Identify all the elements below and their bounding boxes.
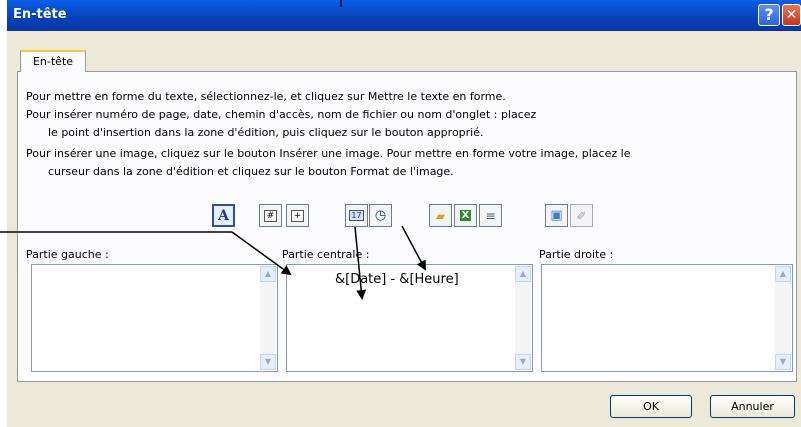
ok-button[interactable]: OK [610,395,692,418]
center-section-text: &[Date] - &[Heure] [335,272,459,287]
center-scrollbar[interactable]: ▲ ▼ [515,266,531,370]
dialog-title: En-tête [13,7,67,22]
text-format-icon: A [218,207,229,224]
time-icon: ◷ [374,208,387,223]
file-path-icon: ▰ [435,208,446,223]
insert-page-number-button[interactable]: # [259,204,282,227]
header-dialog: En-tête ? ✕ En-tête Pour mettre en forme… [7,0,801,427]
scroll-down-icon[interactable]: ▼ [260,354,276,370]
format-picture-icon: ✐ [576,208,587,223]
right-scrollbar[interactable]: ▲ ▼ [775,266,791,370]
right-section-label: Partie droite : [539,248,614,261]
title-bar: En-tête ? ✕ [7,0,801,31]
insert-picture-button[interactable]: ▣ [545,204,568,227]
left-section-label: Partie gauche : [26,248,109,261]
left-scrollbar[interactable]: ▲ ▼ [260,266,276,370]
insert-picture-icon: ▣ [550,208,563,223]
right-section-editor[interactable]: ▲ ▼ [541,264,793,372]
insert-file-name-button[interactable]: X [454,204,477,227]
scroll-up-icon[interactable]: ▲ [515,266,531,282]
file-name-icon: X [459,210,472,221]
scroll-down-icon[interactable]: ▼ [515,354,531,370]
instruction-line: Pour mettre en forme du texte, sélection… [26,90,506,103]
scroll-up-icon[interactable]: ▲ [260,266,276,282]
page-count-icon: + [290,209,305,222]
date-icon: 17 [349,210,364,221]
format-text-button[interactable]: A [212,204,235,227]
insert-sheet-name-button[interactable]: ≡ [479,204,502,227]
format-picture-button[interactable]: ✐ [570,204,593,227]
tab-header[interactable]: En-tête [20,50,86,72]
help-button[interactable]: ? [758,4,780,26]
instruction-line: Pour insérer une image, cliquez sur le b… [26,147,631,160]
instruction-line: le point d'insertion dans la zone d'édit… [48,126,484,139]
cancel-button[interactable]: Annuler [710,395,795,418]
instruction-line: curseur dans la zone d'édition et clique… [48,165,454,178]
scroll-down-icon[interactable]: ▼ [775,354,791,370]
instruction-line: Pour insérer numéro de page, date, chemi… [26,108,537,121]
insert-page-count-button[interactable]: + [286,204,309,227]
insert-date-button[interactable]: 17 [345,204,368,227]
insert-time-button[interactable]: ◷ [369,204,392,227]
page-number-icon: # [263,209,278,222]
sheet-name-icon: ≡ [485,208,496,223]
center-section-label: Partie centrale : [282,248,370,261]
center-section-editor[interactable]: &[Date] - &[Heure] ▲ ▼ [286,264,533,372]
insert-file-path-button[interactable]: ▰ [429,204,452,227]
left-section-editor[interactable]: ▲ ▼ [31,264,278,372]
close-button[interactable]: ✕ [782,4,801,26]
scroll-up-icon[interactable]: ▲ [775,266,791,282]
